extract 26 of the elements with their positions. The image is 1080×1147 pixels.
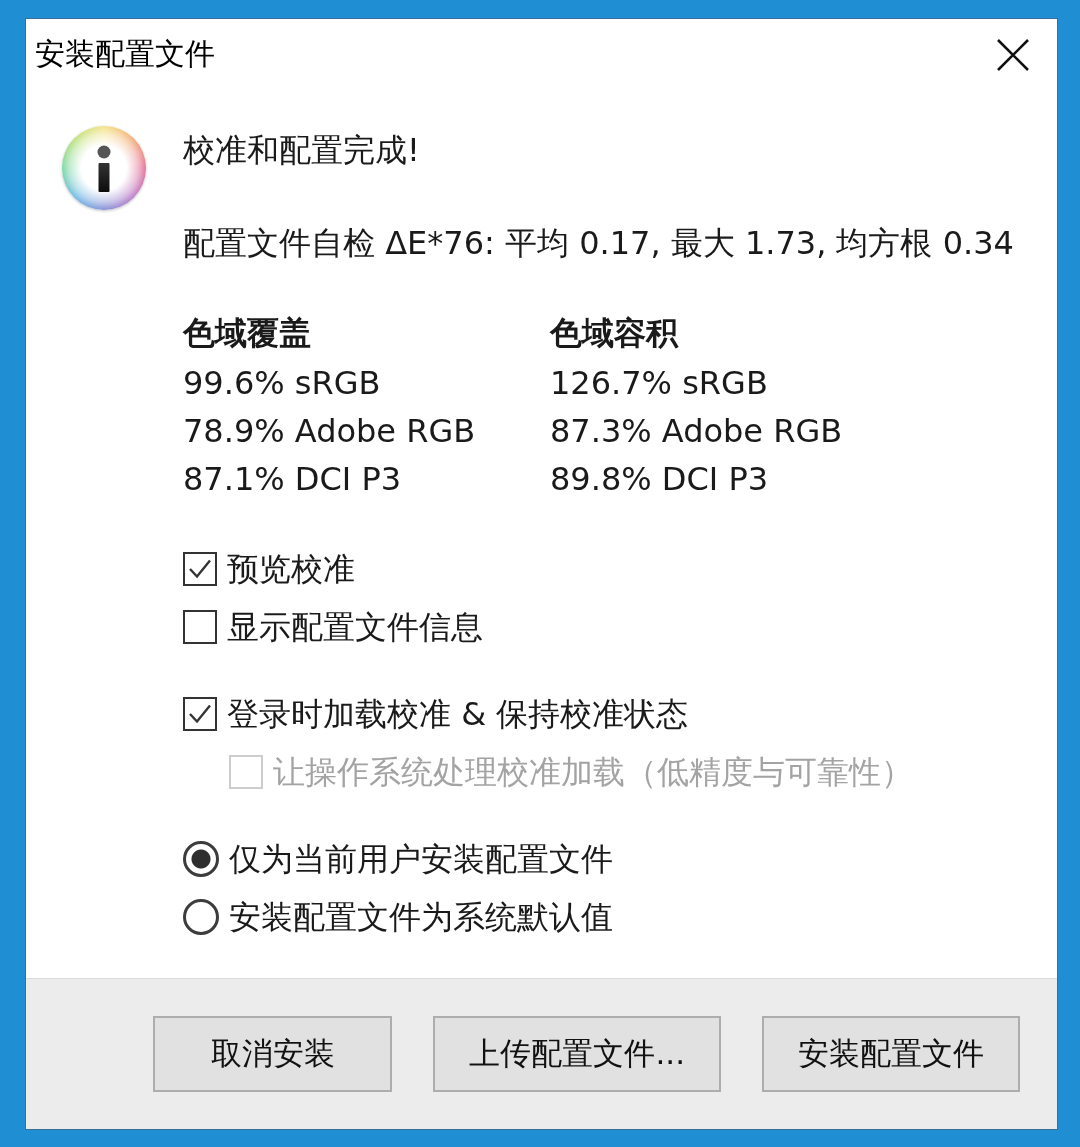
- window-title: 安装配置文件: [34, 35, 215, 73]
- radio-button[interactable]: [183, 841, 219, 877]
- checkbox-label[interactable]: 显示配置文件信息: [227, 607, 483, 647]
- stat-text: 89.8% DCI P3: [550, 459, 769, 500]
- dialog-button[interactable]: 上传配置文件...: [433, 1016, 721, 1092]
- close-icon: [997, 38, 1029, 71]
- section-heading: 色域容积: [550, 313, 678, 354]
- checkbox[interactable]: [183, 610, 217, 644]
- checkbox[interactable]: [183, 697, 217, 731]
- dialog-button[interactable]: 取消安装: [153, 1016, 393, 1092]
- stat-text: 87.1% DCI P3: [183, 459, 402, 500]
- stat-text: 87.3% Adobe RGB: [550, 411, 843, 452]
- section-heading: 色域覆盖: [183, 313, 311, 354]
- checkbox-label[interactable]: 登录时加载校准 & 保持校准状态: [227, 694, 689, 734]
- message-heading: 校准和配置完成!: [183, 130, 420, 171]
- radio-label[interactable]: 安装配置文件为系统默认值: [229, 897, 613, 937]
- message-text: 配置文件自检 ΔE*76: 平均 0.17, 最大 1.73, 均方根 0.34: [183, 223, 1014, 264]
- checkbox-label[interactable]: 预览校准: [227, 549, 355, 589]
- checkbox[interactable]: [183, 552, 217, 586]
- info-icon: [62, 126, 146, 210]
- radio-button[interactable]: [183, 899, 219, 935]
- dialog-button[interactable]: 安装配置文件: [762, 1016, 1020, 1092]
- stat-text: 126.7% sRGB: [550, 363, 768, 404]
- radio-label[interactable]: 仅为当前用户安装配置文件: [229, 839, 613, 879]
- stat-text: 99.6% sRGB: [183, 363, 381, 404]
- stat-text: 78.9% Adobe RGB: [183, 411, 476, 452]
